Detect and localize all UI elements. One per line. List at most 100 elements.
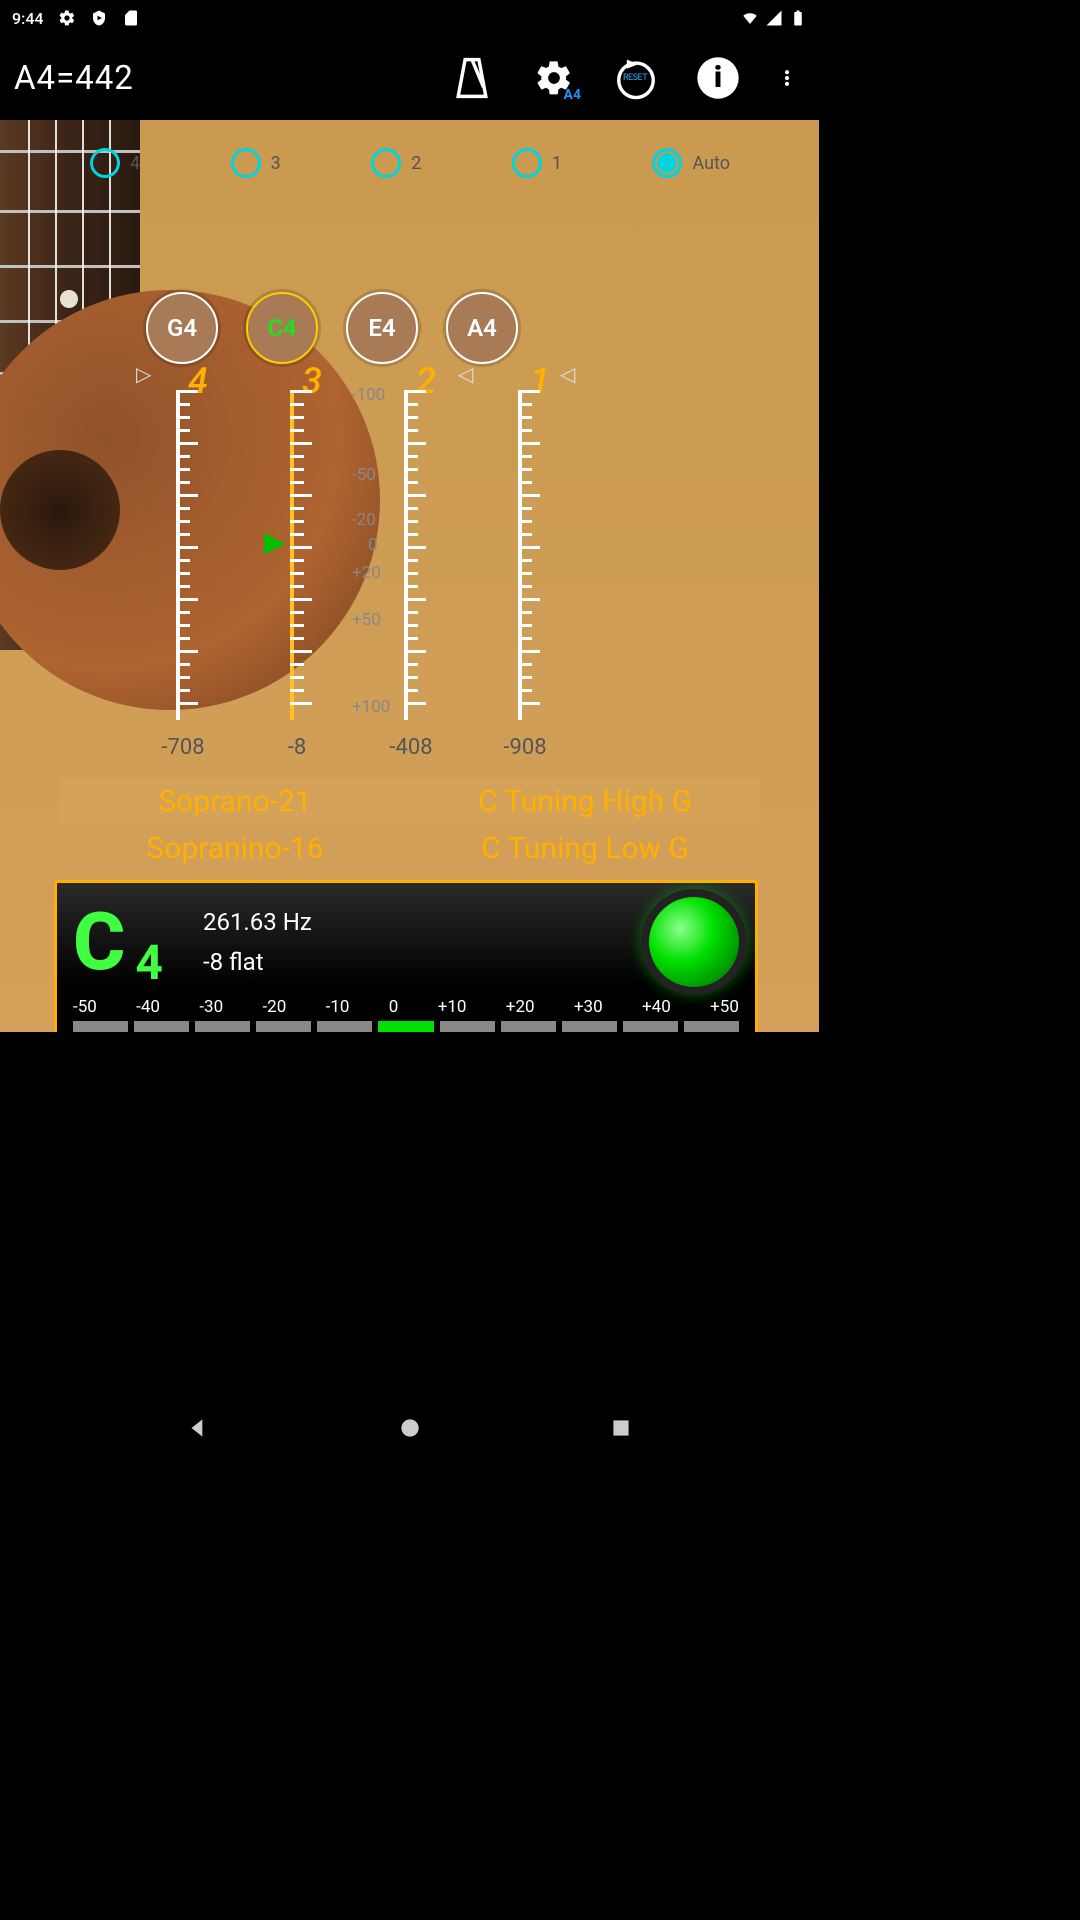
gauge-number: 1 <box>530 360 550 402</box>
bar-segment <box>134 1021 189 1032</box>
shield-icon <box>90 9 108 27</box>
battery-icon <box>789 9 807 27</box>
bar-segment <box>623 1021 678 1032</box>
note-label: A4 <box>467 314 497 342</box>
back-button[interactable] <box>185 1415 211 1441</box>
note-circle-g4[interactable]: G4 <box>146 292 218 364</box>
more-button[interactable] <box>777 55 797 101</box>
tuner-main: 4 3 2 1 Auto G4 C4 E4 A4 ▷ ◁ ◁ 4 -708 3 … <box>0 120 819 1032</box>
svg-text:i: i <box>714 60 722 95</box>
cent-label: +20 <box>352 563 381 583</box>
gauge-readout: -708 <box>140 735 226 760</box>
gauge-number: 2 <box>416 360 436 402</box>
note-circle-e4[interactable]: E4 <box>346 292 418 364</box>
scale-num: -20 <box>262 997 286 1017</box>
bar-segment <box>378 1021 433 1032</box>
picker-row: C Tuning Low G <box>410 825 760 872</box>
scale-num: +50 <box>710 997 739 1017</box>
home-button[interactable] <box>397 1415 423 1441</box>
signal-icon <box>765 9 783 27</box>
tuner-display: C 4 261.63 Hz -8 flat -50 -40 -30 -20 -1… <box>54 880 758 1032</box>
picker-row: Soprano-21 <box>60 778 410 825</box>
reset-label: RESET <box>623 73 647 83</box>
recents-button[interactable] <box>608 1415 634 1441</box>
note-circle-a4[interactable]: A4 <box>446 292 518 364</box>
scale-num: -40 <box>136 997 160 1017</box>
cent-label: -100 <box>352 385 385 405</box>
tuning-picker[interactable]: C Tuning High G C Tuning Low G <box>410 778 760 872</box>
gauge-4: 4 -708 <box>140 355 226 755</box>
picker-row: Sopranino-16 <box>60 825 410 872</box>
status-bar: 9:44 <box>0 0 819 36</box>
wifi-icon <box>741 9 759 27</box>
gauge-1: 1 -908 <box>482 355 568 755</box>
tuning-pickers: Soprano-21 Sopranino-16 C Tuning High G … <box>60 778 760 872</box>
scale-num: -50 <box>73 997 97 1017</box>
sd-card-icon <box>122 9 140 27</box>
bar-segment <box>73 1021 128 1032</box>
note-circle-c4[interactable]: C4 <box>246 292 318 364</box>
scale-num: +20 <box>506 997 535 1017</box>
scale-num: 0 <box>389 997 399 1017</box>
gauge-readout: -908 <box>482 735 568 760</box>
bar-segment <box>440 1021 495 1032</box>
string-radio-auto[interactable]: Auto <box>652 148 730 178</box>
gauges-row: 4 -708 3 ▶ -8 2 -100 -50 -20 0 +20 +50 +… <box>140 355 568 755</box>
reset-button[interactable]: RESET <box>613 55 659 101</box>
gauge-readout: -408 <box>368 735 454 760</box>
note-circles-row: G4 C4 E4 A4 <box>146 292 518 364</box>
bar-segment <box>317 1021 372 1032</box>
detected-octave: 4 <box>135 934 163 991</box>
system-navbar <box>0 1400 819 1456</box>
frequency-label: 261.63 Hz <box>203 908 312 936</box>
offset-label: -8 flat <box>203 948 312 976</box>
status-led-icon <box>649 897 739 987</box>
radio-label: Auto <box>692 153 730 174</box>
string-select-row: 4 3 2 1 Auto <box>90 148 730 178</box>
a4-badge: A4 <box>564 87 581 103</box>
metronome-button[interactable] <box>449 55 495 101</box>
string-radio-1[interactable]: 1 <box>512 148 562 178</box>
cent-label: 0 <box>368 535 378 555</box>
info-button[interactable]: i <box>695 55 741 101</box>
radio-label: 2 <box>411 153 421 174</box>
gauge-3: 3 ▶ -8 <box>254 355 340 755</box>
scale-num: +40 <box>642 997 671 1017</box>
gauge-2: 2 -100 -50 -20 0 +20 +50 +100 -408 <box>368 355 454 755</box>
scale-num: +10 <box>438 997 467 1017</box>
cent-label: -20 <box>352 510 376 530</box>
status-time: 9:44 <box>12 9 44 28</box>
string-radio-3[interactable]: 3 <box>231 148 281 178</box>
radio-label: 3 <box>271 153 281 174</box>
note-label: C4 <box>267 314 296 342</box>
radio-label: 4 <box>130 153 140 174</box>
settings-icon <box>58 9 76 27</box>
scale-num: -10 <box>326 997 350 1017</box>
string-radio-2[interactable]: 2 <box>371 148 421 178</box>
note-label: G4 <box>167 314 197 342</box>
gauge-readout: -8 <box>254 735 340 760</box>
cent-label: +50 <box>352 610 381 630</box>
detected-note: C <box>73 902 125 982</box>
app-bar: A4=442 A4 RESET i <box>0 36 819 120</box>
play-indicator-icon: ▶ <box>264 525 286 558</box>
cent-label: -50 <box>352 465 376 485</box>
bar-segment <box>501 1021 556 1032</box>
settings-a4-button[interactable]: A4 <box>531 55 577 101</box>
note-label: E4 <box>368 314 395 342</box>
cent-bar <box>73 1021 739 1032</box>
picker-row: C Tuning High G <box>410 778 760 825</box>
scale-num: -30 <box>199 997 223 1017</box>
body-size-picker[interactable]: Soprano-21 Sopranino-16 <box>60 778 410 872</box>
bar-segment <box>256 1021 311 1032</box>
calibration-label: A4=442 <box>14 59 134 98</box>
cent-scale: -50 -40 -30 -20 -10 0 +10 +20 +30 +40 +5… <box>73 997 739 1017</box>
bar-segment <box>562 1021 617 1032</box>
string-radio-4[interactable]: 4 <box>90 148 140 178</box>
cent-label: +100 <box>352 697 390 717</box>
radio-label: 1 <box>552 153 562 174</box>
bar-segment <box>684 1021 739 1032</box>
gauge-number: 3 <box>302 360 322 402</box>
gauge-number: 4 <box>188 360 208 402</box>
scale-num: +30 <box>574 997 603 1017</box>
